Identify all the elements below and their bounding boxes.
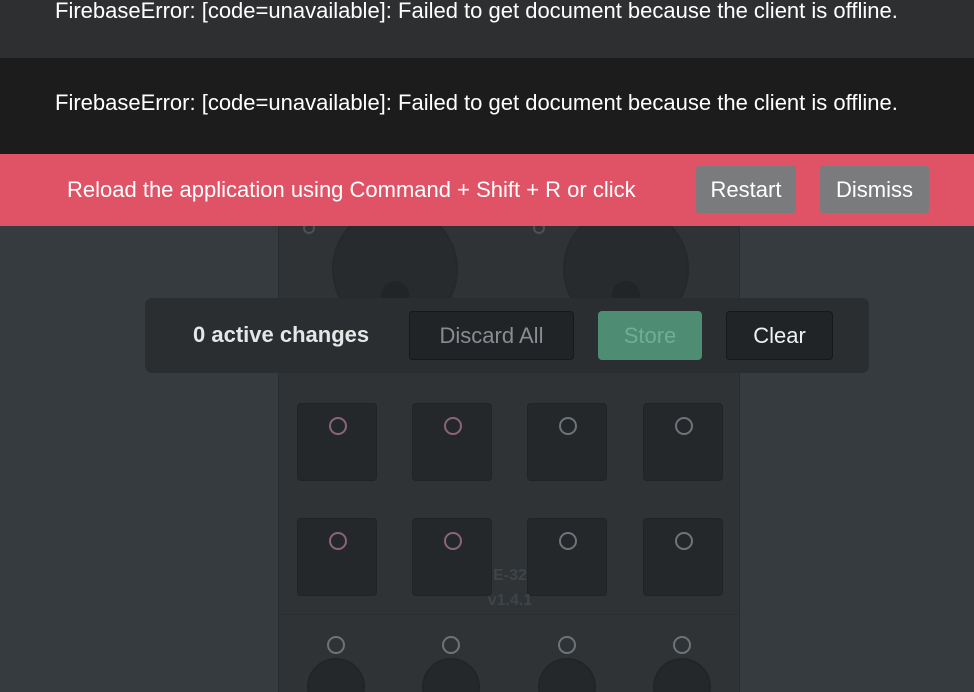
small-knob[interactable] [307,658,365,692]
pad-led [559,532,577,550]
led-ring [442,636,460,654]
active-changes-count: 0 active changes [193,322,370,347]
clear-button[interactable]: Clear [726,311,833,360]
error-message: FirebaseError: [code=unavailable]: Faile… [55,0,898,23]
pad-button[interactable] [412,403,492,481]
reload-banner: Reload the application using Command + S… [0,154,974,226]
pad-button[interactable] [643,403,723,481]
error-toast[interactable]: FirebaseError: [code=unavailable]: Faile… [0,58,974,154]
store-button[interactable]: Store [598,311,702,360]
restart-button[interactable]: Restart [696,166,796,213]
pad-led [329,417,347,435]
pad-led [444,532,462,550]
device-panel: E-32 v1.4.1 [278,150,740,692]
reload-instructions: Reload the application using Command + S… [67,177,636,202]
pad-button[interactable] [297,518,377,596]
discard-all-button[interactable]: Discard All [409,311,574,360]
error-message: FirebaseError: [code=unavailable]: Faile… [55,90,898,115]
pad-button[interactable] [527,403,607,481]
panel-divider [278,614,740,615]
pad-button[interactable] [643,518,723,596]
error-toast[interactable]: FirebaseError: [code=unavailable]: Faile… [0,0,974,58]
device-model-label: E-32 [493,567,527,584]
dismiss-button[interactable]: Dismiss [820,166,929,213]
pad-led [559,417,577,435]
small-knob[interactable] [538,658,596,692]
pad-button[interactable] [297,403,377,481]
pad-led [675,417,693,435]
led-ring [558,636,576,654]
pad-led [329,532,347,550]
device-version-label: v1.4.1 [487,592,533,609]
led-ring [673,636,691,654]
led-ring [327,636,345,654]
changes-toolbar: 0 active changes Discard All Store Clear [145,298,869,373]
pad-led [444,417,462,435]
small-knob[interactable] [653,658,711,692]
small-knob[interactable] [422,658,480,692]
pad-led [675,532,693,550]
